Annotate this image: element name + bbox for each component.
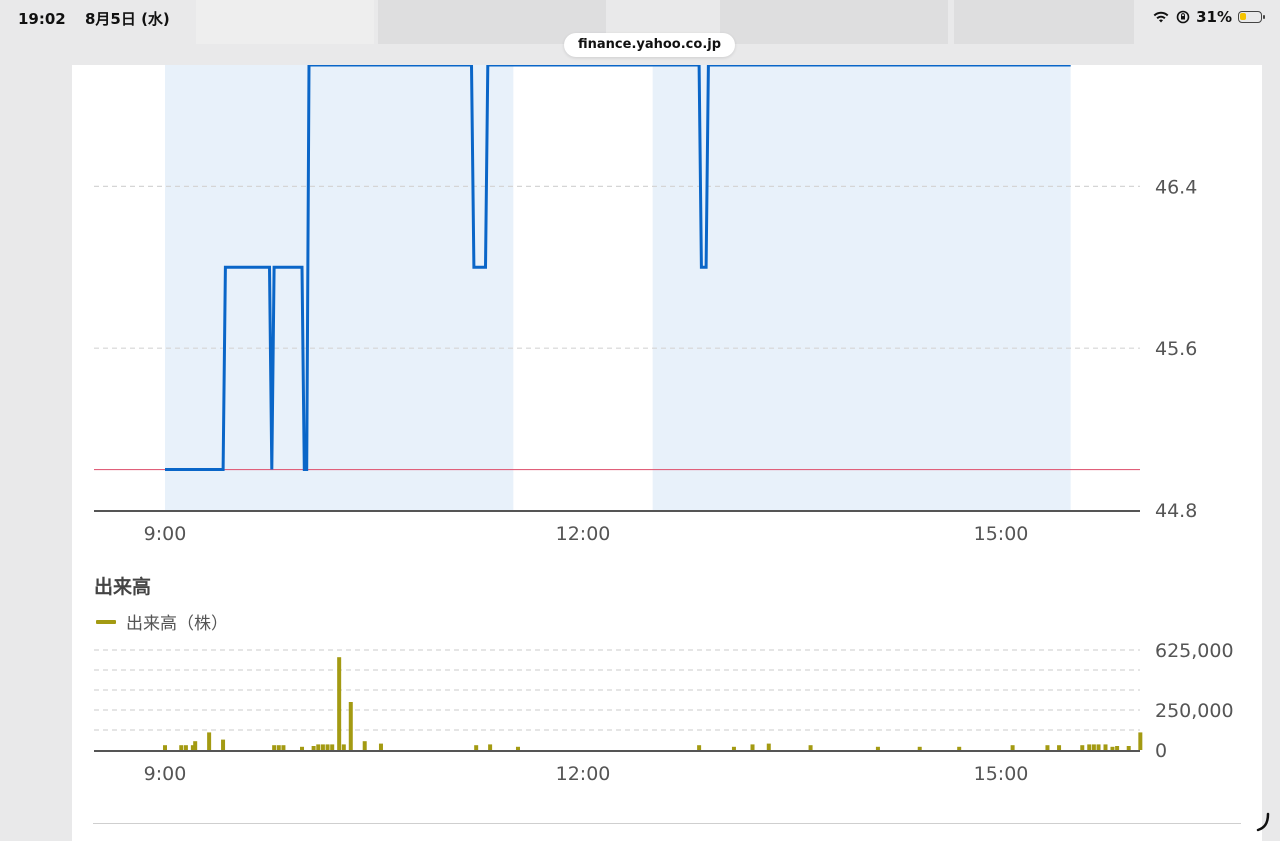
price-y-tick-label: 45.6 (1155, 338, 1197, 360)
volume-x-tick-label: 15:00 (974, 763, 1029, 785)
volume-bar (1126, 746, 1131, 750)
volume-bar (1110, 746, 1115, 750)
volume-bar (697, 745, 702, 750)
volume-bar (1057, 745, 1062, 750)
volume-x-tick-label: 9:00 (144, 763, 187, 785)
volume-bar (957, 746, 962, 750)
volume-bar (325, 744, 330, 750)
volume-bar (330, 744, 335, 750)
trading-session-shade (652, 65, 1071, 510)
legend-swatch (96, 619, 116, 624)
volume-y-tick-label: 625,000 (1155, 640, 1234, 662)
price-x-tick-label: 15:00 (974, 523, 1029, 545)
volume-bar (1138, 732, 1143, 750)
volume-bar (341, 744, 346, 750)
volume-bar (1045, 745, 1050, 750)
volume-bar (474, 745, 479, 750)
volume-bar (766, 743, 771, 750)
volume-bar (1103, 744, 1108, 750)
volume-bar (875, 746, 880, 750)
volume-chart: 0 250,000 625,000 9:00 12:00 15:00 (94, 640, 1234, 785)
volume-bar (348, 702, 353, 750)
volume-bar (1087, 744, 1092, 750)
price-y-tick-label: 44.8 (1155, 500, 1197, 522)
volume-bar (750, 744, 755, 750)
volume-bar (515, 746, 520, 750)
volume-bar (1091, 744, 1096, 750)
divider (93, 823, 1241, 824)
volume-bar (917, 746, 922, 750)
volume-bar (193, 741, 198, 750)
volume-bar (276, 745, 281, 750)
volume-bar (362, 741, 367, 750)
price-y-tick-label: 46.4 (1155, 176, 1197, 198)
volume-title: 出来高 (94, 576, 152, 598)
volume-bar (207, 732, 212, 750)
volume-bar (320, 744, 325, 750)
volume-bar (300, 746, 305, 750)
price-x-tick-label: 9:00 (144, 523, 187, 545)
volume-bar (281, 745, 286, 750)
volume-bar (731, 746, 736, 750)
volume-bar (272, 745, 277, 750)
volume-bar (316, 744, 321, 750)
volume-bar (1096, 744, 1101, 750)
volume-bar (1115, 746, 1120, 750)
price-x-tick-label: 12:00 (556, 523, 611, 545)
volume-bar (311, 746, 316, 750)
price-chart: 44.8 45.6 46.4 9:00 12:00 15:00 (94, 65, 1197, 545)
volume-bar (163, 745, 167, 750)
volume-bar (183, 745, 188, 750)
trading-session-shade (165, 65, 514, 510)
volume-bar (808, 745, 813, 750)
volume-bar (337, 657, 342, 750)
volume-bar (221, 739, 226, 750)
resize-handle-icon[interactable] (1256, 812, 1270, 832)
volume-y-tick-label: 250,000 (1155, 700, 1234, 722)
volume-bar (1080, 745, 1085, 750)
volume-bar (378, 743, 383, 750)
volume-y-tick-label: 0 (1155, 740, 1167, 762)
volume-bar (1010, 745, 1015, 750)
volume-bar (488, 744, 493, 750)
volume-bar (179, 745, 184, 750)
volume-x-tick-label: 12:00 (556, 763, 611, 785)
